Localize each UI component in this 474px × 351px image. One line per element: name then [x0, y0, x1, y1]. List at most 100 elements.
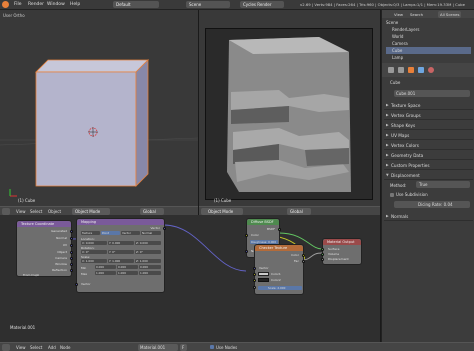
- select-menu[interactable]: Select: [30, 209, 42, 214]
- socket[interactable]: [321, 258, 324, 261]
- view-menu[interactable]: View: [394, 12, 403, 17]
- socket[interactable]: [75, 283, 78, 286]
- socket[interactable]: [253, 267, 256, 270]
- node-material-output[interactable]: Material Output Surface Volume Displacem…: [321, 238, 362, 265]
- socket[interactable]: [253, 286, 256, 289]
- menu-file[interactable]: File: [14, 2, 22, 7]
- node-menu[interactable]: Node: [60, 345, 70, 350]
- mode-texture[interactable]: Texture: [81, 231, 100, 235]
- socket[interactable]: [302, 254, 305, 257]
- node-mapping[interactable]: Mapping Vector Texture Point Vector Norm…: [75, 218, 166, 293]
- scene-selector[interactable]: Scene: [186, 1, 230, 8]
- min-y[interactable]: 0.000: [117, 265, 138, 269]
- socket[interactable]: [253, 273, 256, 276]
- node-checker-texture[interactable]: Checker Texture Color Fac Vector Color1 …: [253, 244, 305, 295]
- panel-vertex-colors[interactable]: ▶ Vertex Colors: [384, 141, 473, 150]
- add-menu[interactable]: Add: [48, 345, 56, 350]
- max-x[interactable]: 1.000: [95, 271, 116, 275]
- color2-swatch[interactable]: [258, 278, 269, 282]
- menu-render[interactable]: Render: [28, 2, 44, 7]
- use-subdivision-checkbox[interactable]: [390, 193, 394, 197]
- viewport-3d[interactable]: User Ortho (1) Cube: [0, 10, 198, 206]
- socket[interactable]: [70, 269, 73, 272]
- node-texture-coordinate[interactable]: Texture Coordinate Generated Normal UV O…: [16, 220, 73, 277]
- search-menu[interactable]: Search: [410, 12, 423, 17]
- outliner-item-scene[interactable]: Scene: [386, 20, 398, 25]
- socket[interactable]: [253, 279, 256, 282]
- rotation-x[interactable]: X: 0°: [81, 250, 107, 254]
- max-y[interactable]: 1.000: [117, 271, 138, 275]
- panel-shape-keys[interactable]: ▶ Shape Keys: [384, 121, 473, 130]
- render-tab-icon[interactable]: [388, 67, 394, 73]
- panel-vertex-groups[interactable]: ▶ Vertex Groups: [384, 111, 473, 120]
- max-checkbox[interactable]: Max: [81, 272, 87, 276]
- socket[interactable]: [302, 260, 305, 263]
- viewport-render[interactable]: (1) Cube: [199, 10, 380, 206]
- method-selector[interactable]: True: [416, 181, 470, 188]
- from-dupli-checkbox[interactable]: From Dupli: [23, 273, 39, 277]
- scene-tab-icon[interactable]: [398, 67, 404, 73]
- outliner-item-camera[interactable]: Camera: [392, 41, 408, 46]
- cube-wireframe[interactable]: [0, 10, 198, 206]
- view-menu[interactable]: View: [16, 209, 26, 214]
- blender-logo-icon[interactable]: [2, 1, 9, 8]
- socket[interactable]: [70, 257, 73, 260]
- min-x[interactable]: 0.000: [95, 265, 116, 269]
- outliner-item-renderlayers[interactable]: RenderLayers: [392, 27, 419, 32]
- socket[interactable]: [278, 228, 281, 231]
- material-selector[interactable]: Material.001: [138, 344, 178, 351]
- select-menu[interactable]: Select: [30, 345, 42, 350]
- object-tab-icon[interactable]: [408, 67, 414, 73]
- panel-normals[interactable]: ▶ Normals: [384, 212, 473, 221]
- filter-selector[interactable]: All Scenes: [438, 11, 462, 18]
- panel-texture-space[interactable]: ▶ Texture Space: [384, 101, 473, 110]
- rotation-y[interactable]: Y: 0°: [108, 250, 134, 254]
- max-z[interactable]: 1.000: [139, 271, 161, 275]
- socket[interactable]: [70, 244, 73, 247]
- location-y[interactable]: Y: 0.000: [108, 241, 134, 245]
- socket[interactable]: [245, 250, 248, 253]
- dicing-rate-field[interactable]: Dicing Rate: 0.04: [394, 201, 470, 208]
- outliner-item-lamp[interactable]: Lamp: [392, 55, 403, 60]
- properties-editor[interactable]: Cube Cube.001 ▶ Texture Space ▶ Vertex Gro…: [381, 63, 474, 351]
- menu-help[interactable]: Help: [70, 2, 80, 7]
- socket[interactable]: [321, 248, 324, 251]
- mode-normal[interactable]: Normal: [141, 231, 161, 235]
- mode-vector[interactable]: Vector: [121, 231, 140, 235]
- socket[interactable]: [70, 237, 73, 240]
- socket[interactable]: [163, 227, 166, 230]
- outliner-item-world[interactable]: World: [392, 34, 403, 39]
- min-checkbox[interactable]: Min: [81, 266, 86, 270]
- layout-selector[interactable]: Default: [113, 1, 159, 8]
- editor-type-icon[interactable]: [2, 208, 10, 215]
- object-menu[interactable]: Object: [48, 209, 61, 214]
- menu-window[interactable]: Window: [47, 2, 65, 7]
- outliner[interactable]: View Search All Scenes Scene RenderLayer…: [381, 10, 474, 63]
- scale-y[interactable]: Y: 1.000: [108, 259, 134, 263]
- render-engine-selector[interactable]: Cycles Render: [240, 1, 284, 8]
- view-menu[interactable]: View: [16, 345, 26, 350]
- socket[interactable]: [245, 234, 248, 237]
- fake-user-button[interactable]: F: [180, 344, 187, 351]
- color1-swatch[interactable]: [258, 272, 269, 276]
- scale-field[interactable]: Scale: 2.000: [258, 286, 302, 290]
- mode-point[interactable]: Point: [101, 231, 120, 235]
- outliner-item-cube[interactable]: Cube: [386, 47, 471, 54]
- node-editor[interactable]: Texture Coordinate Generated Normal UV O…: [0, 215, 380, 342]
- orientation-selector[interactable]: Global: [287, 208, 311, 215]
- scale-x[interactable]: X: 1.000: [81, 259, 107, 263]
- socket[interactable]: [321, 253, 324, 256]
- use-nodes-checkbox[interactable]: [210, 345, 214, 349]
- rotation-z[interactable]: Z: 0°: [135, 250, 161, 254]
- mesh-data-name-field[interactable]: Cube.001: [394, 90, 470, 97]
- material-tab-icon[interactable]: [428, 67, 434, 73]
- min-z[interactable]: 0.000: [139, 265, 161, 269]
- orientation-selector[interactable]: Global: [140, 208, 164, 215]
- socket[interactable]: [70, 263, 73, 266]
- socket[interactable]: [70, 230, 73, 233]
- panel-custom-properties[interactable]: ▶ Custom Properties: [384, 161, 473, 170]
- location-z[interactable]: Z: 0.000: [135, 241, 161, 245]
- socket[interactable]: [70, 251, 73, 254]
- mode-selector[interactable]: Object Mode: [72, 208, 110, 215]
- panel-geometry-data[interactable]: ▶ Geometry Data: [384, 151, 473, 160]
